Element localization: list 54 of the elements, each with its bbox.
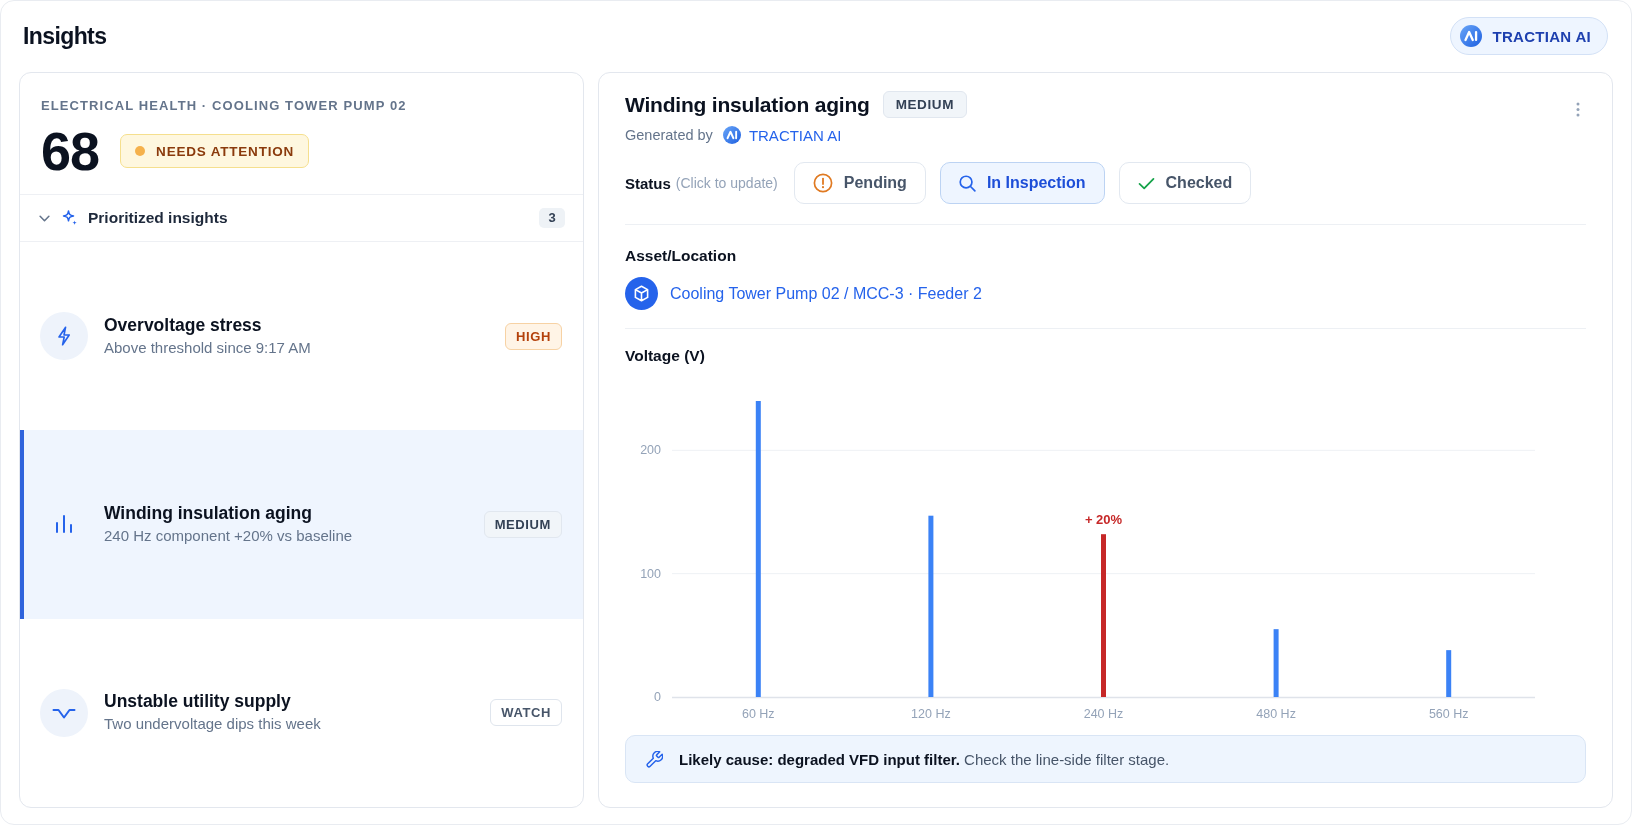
source-link[interactable]: TRACTIAN AI bbox=[748, 126, 842, 144]
status-dot-icon bbox=[135, 146, 146, 156]
status-label: Status bbox=[625, 174, 671, 192]
health-status-label: NEEDS ATTENTION bbox=[156, 143, 295, 159]
severity-badge: MEDIUM bbox=[882, 91, 967, 118]
section-title: Prioritized insights bbox=[88, 209, 228, 227]
insight-subtitle: Two undervoltage dips this week bbox=[104, 714, 322, 735]
sparkle-icon bbox=[62, 210, 78, 226]
axis-category-label: 60 Hz bbox=[741, 707, 775, 721]
severity-badge: MEDIUM bbox=[483, 511, 562, 538]
page-title: Insights bbox=[23, 22, 107, 50]
ai-logo-icon bbox=[1460, 25, 1483, 47]
insight-subtitle: 240 Hz component +20% vs baseline bbox=[104, 526, 354, 546]
asset-location-label: Asset/Location bbox=[625, 247, 738, 265]
insight-list-item[interactable]: Unstable utility supply Two undervoltage dips this week WATCH bbox=[20, 618, 583, 807]
status-option-button[interactable]: In Inspection bbox=[939, 162, 1105, 204]
count-badge: 3 bbox=[539, 208, 565, 228]
health-score: 68 bbox=[41, 126, 100, 176]
axis-tick-label: 0 bbox=[654, 690, 661, 704]
asset-link[interactable]: Cooling Tower Pump 02 / MCC-3 · Feeder 2 bbox=[670, 284, 982, 303]
bar-chart-icon bbox=[55, 515, 73, 534]
status-option-button[interactable]: Checked bbox=[1118, 162, 1252, 204]
status-hint: (Click to update) bbox=[675, 175, 778, 191]
insight-subtitle: Above threshold since 9:17 AM bbox=[104, 337, 312, 358]
insight-title: Unstable utility supply bbox=[104, 690, 292, 713]
insight-title: Overvoltage stress bbox=[104, 313, 263, 336]
generated-by-label: Generated by bbox=[625, 127, 713, 143]
severity-badge: HIGH bbox=[505, 322, 562, 350]
insight-list-item[interactable]: Winding insulation aging 240 Hz component +20% vs baseline MEDIUM bbox=[20, 430, 583, 619]
axis-category-label: 560 Hz bbox=[1428, 707, 1469, 721]
axis-category-label: 240 Hz bbox=[1083, 707, 1124, 721]
lightning-bolt-icon bbox=[40, 312, 88, 361]
axis-category-label: 480 Hz bbox=[1256, 707, 1296, 721]
status-option-button[interactable]: Pending bbox=[793, 162, 926, 204]
check-icon bbox=[1137, 176, 1155, 190]
likely-cause-text: Likely cause: degraded VFD input filter. Check the line-side filter stage. bbox=[679, 750, 1170, 768]
search-icon bbox=[958, 174, 976, 192]
chart-title: Voltage (V) bbox=[625, 347, 706, 365]
insight-list-item[interactable]: Overvoltage stress Above threshold since 9:17 AM HIGH bbox=[20, 242, 583, 431]
chevron-icon[interactable] bbox=[39, 214, 50, 222]
cube-icon bbox=[625, 277, 658, 310]
warning-circle-icon bbox=[812, 173, 833, 193]
wrench-icon bbox=[646, 750, 663, 768]
axis-tick-label: 100 bbox=[640, 566, 661, 581]
severity-badge: WATCH bbox=[490, 699, 562, 727]
axis-tick-label: 200 bbox=[640, 443, 661, 458]
ai-logo-icon bbox=[722, 126, 741, 144]
health-kicker: ELECTRICAL HEALTH · COOLING TOWER PUMP 02 bbox=[41, 98, 408, 114]
detail-title: Winding insulation aging bbox=[625, 92, 870, 117]
insight-title: Winding insulation aging bbox=[104, 502, 313, 524]
ai-assistant-button[interactable]: TRACTIAN AI bbox=[1450, 17, 1608, 55]
bar-value-label: + 20% bbox=[1084, 512, 1123, 528]
axis-category-label: 120 Hz bbox=[911, 707, 951, 721]
more-icon[interactable] bbox=[1576, 102, 1580, 117]
